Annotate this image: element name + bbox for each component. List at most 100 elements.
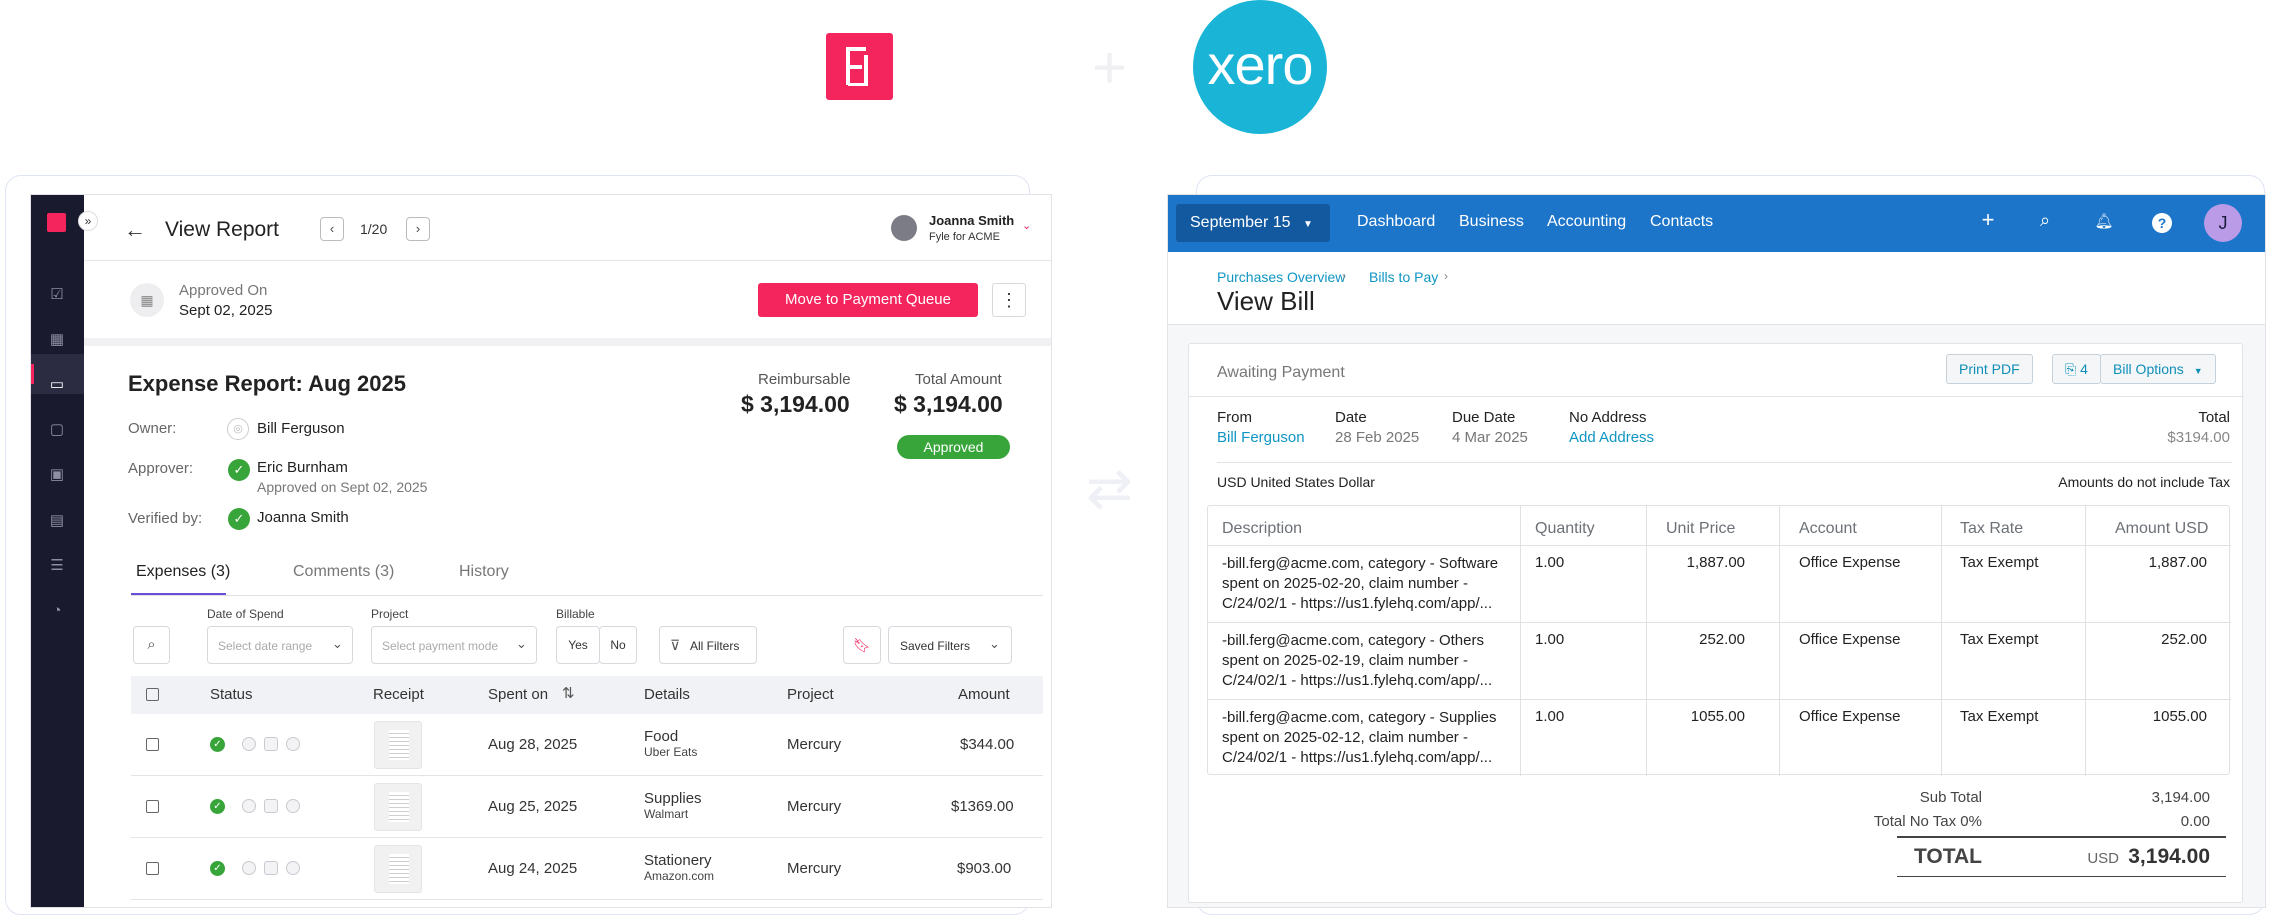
nav-accounting[interactable]: Accounting	[1547, 213, 1626, 231]
column-divider	[1646, 506, 1647, 776]
header-divider	[84, 260, 1051, 261]
billable-no-button[interactable]: No	[599, 626, 637, 664]
approved-on-label: Approved On	[179, 282, 268, 299]
receipt-thumbnail[interactable]	[374, 721, 422, 769]
column-status: Status	[210, 686, 253, 703]
reimbursable-label: Reimbursable	[758, 371, 851, 388]
table-row[interactable]: ✓ Aug 25, 2025 Supplies Walmart Mercury …	[131, 776, 1043, 838]
line-item-unit-price: 1,887.00	[1686, 554, 1745, 571]
owner-avatar-icon: ◎	[227, 418, 249, 440]
all-filters-button[interactable]: ⊽ All Filters	[659, 626, 757, 664]
column-spent-on[interactable]: Spent on	[488, 686, 548, 703]
line-item-description: -bill.ferg@acme.com, category - Supplies…	[1222, 708, 1512, 768]
description-line: -bill.ferg@acme.com, category - Supplies	[1222, 709, 1497, 726]
expense-category: Stationery	[644, 852, 712, 869]
from-label: From	[1217, 409, 1252, 426]
report-title: Expense Report: Aug 2025	[128, 371, 406, 396]
line-item-description: -bill.ferg@acme.com, category - Others s…	[1222, 631, 1512, 691]
move-to-payment-queue-button[interactable]: Move to Payment Queue	[758, 283, 978, 317]
bill-options-button[interactable]: Bill Options ▼	[2100, 354, 2216, 384]
tax-note: Amounts do not include Tax	[2058, 474, 2230, 490]
status-check-icon: ✓	[210, 861, 225, 876]
total-value: $3194.00	[2167, 429, 2230, 446]
table-row[interactable]: ✓ Aug 24, 2025 Stationery Amazon.com Mer…	[131, 838, 1043, 900]
tab-comments[interactable]: Comments (3)	[293, 563, 394, 581]
search-icon[interactable]: ⌕	[2033, 210, 2057, 231]
from-contact-link[interactable]: Bill Ferguson	[1217, 429, 1305, 446]
list-icon[interactable]: ☰	[48, 557, 66, 575]
bookmark-icon[interactable]: 🔖︎	[843, 626, 881, 664]
print-pdf-button[interactable]: Print PDF	[1946, 354, 2033, 384]
add-address-link[interactable]: Add Address	[1569, 429, 1654, 446]
column-unit-price: Unit Price	[1666, 520, 1736, 537]
org-switcher-button[interactable]: September 15 ▼	[1176, 204, 1330, 242]
column-amount: Amount	[958, 686, 1010, 703]
chevron-down-icon[interactable]: ⌄	[1022, 219, 1031, 232]
user-avatar[interactable]	[891, 215, 917, 241]
expense-category: Food	[644, 728, 679, 745]
tab-history[interactable]: History	[459, 563, 509, 581]
fyle-sidebar-logo[interactable]	[47, 213, 66, 232]
row-checkbox[interactable]	[146, 862, 159, 875]
nav-contacts[interactable]: Contacts	[1650, 213, 1713, 231]
more-options-icon[interactable]: ⋮	[992, 283, 1026, 317]
breadcrumb-purchases-overview[interactable]: Purchases Overview	[1217, 269, 1345, 285]
date-value: 28 Feb 2025	[1335, 429, 1420, 446]
total-amount-label: Total Amount	[915, 371, 1002, 388]
due-date-label: Due Date	[1452, 409, 1516, 426]
dashboard-icon[interactable]: ▦	[48, 331, 66, 349]
select-all-checkbox[interactable]	[146, 688, 159, 701]
prev-report-button[interactable]: ‹	[320, 217, 344, 241]
column-tax-rate: Tax Rate	[1960, 520, 2024, 537]
billable-yes-button[interactable]: Yes	[556, 626, 600, 664]
line-items-table: Description Quantity Unit Price Account …	[1207, 505, 2231, 776]
nav-dashboard[interactable]: Dashboard	[1357, 213, 1435, 231]
receipt-thumbnail[interactable]	[374, 783, 422, 831]
date-range-select[interactable]: Select date range ⌄	[207, 626, 353, 664]
description-line: spent on 2025-02-19, claim number -	[1222, 652, 1468, 669]
nav-business[interactable]: Business	[1459, 213, 1524, 231]
expenses-table-header: Status Receipt Spent on ⇅ Details Projec…	[131, 676, 1043, 714]
cards-icon[interactable]: ▢	[48, 421, 66, 439]
project-select[interactable]: Select payment mode ⌄	[371, 626, 537, 664]
next-report-button[interactable]: ›	[406, 217, 430, 241]
tab-expenses[interactable]: Expenses (3)	[136, 563, 230, 581]
row-checkbox[interactable]	[146, 738, 159, 751]
document-icon[interactable]: ▤	[48, 512, 66, 530]
saved-filters-select[interactable]: Saved Filters ⌄	[888, 626, 1012, 664]
table-row[interactable]: ✓ Aug 28, 2025 Food Uber Eats Mercury $3…	[131, 714, 1043, 776]
breadcrumb-bills-to-pay[interactable]: Bills to Pay	[1369, 269, 1438, 285]
section-divider	[84, 338, 1051, 346]
tasks-icon[interactable]: ☑	[48, 286, 66, 304]
sort-icon[interactable]: ⇅	[562, 684, 575, 702]
receipt-thumbnail[interactable]	[374, 845, 422, 893]
row-checkbox[interactable]	[146, 800, 159, 813]
plus-icon[interactable]: +	[1976, 207, 2000, 233]
expense-merchant: Uber Eats	[644, 745, 698, 759]
user-avatar[interactable]: J	[2204, 204, 2242, 242]
help-icon[interactable]: ?	[2152, 213, 2172, 233]
back-arrow-icon[interactable]: ←	[124, 217, 146, 243]
attachments-button[interactable]: ⎘ 4	[2052, 354, 2101, 384]
description-line: C/24/02/1 - https://us1.fylehq.com/app/.…	[1222, 749, 1493, 766]
receipt-icon	[264, 861, 278, 875]
info-icon	[242, 799, 256, 813]
expense-project: Mercury	[787, 798, 842, 815]
search-icon[interactable]: ⌕	[133, 626, 170, 664]
wallet-icon[interactable]: ▣	[48, 466, 66, 484]
line-item-amount: 1,887.00	[2148, 554, 2207, 571]
column-details: Details	[644, 686, 690, 703]
filter-icon: ⊽	[670, 637, 681, 653]
column-divider	[1941, 506, 1942, 776]
sidebar: ☑ ▦ ▭ ▢ ▣ ▤ ☰ ◔	[31, 195, 84, 907]
verified-by-label: Verified by:	[128, 510, 203, 527]
sidebar-expand-icon[interactable]: »	[78, 211, 98, 231]
bill-options-label: Bill Options	[2113, 361, 2184, 377]
reports-folder-icon[interactable]: ▭	[48, 376, 66, 394]
line-item-amount: 1055.00	[2152, 708, 2207, 725]
line-item-quantity: 1.00	[1535, 631, 1565, 648]
bell-icon[interactable]: 🔔︎	[2092, 212, 2116, 230]
project-filter-label: Project	[371, 607, 409, 621]
analytics-icon[interactable]: ◔	[48, 602, 66, 620]
line-item-unit-price: 1055.00	[1690, 708, 1745, 725]
